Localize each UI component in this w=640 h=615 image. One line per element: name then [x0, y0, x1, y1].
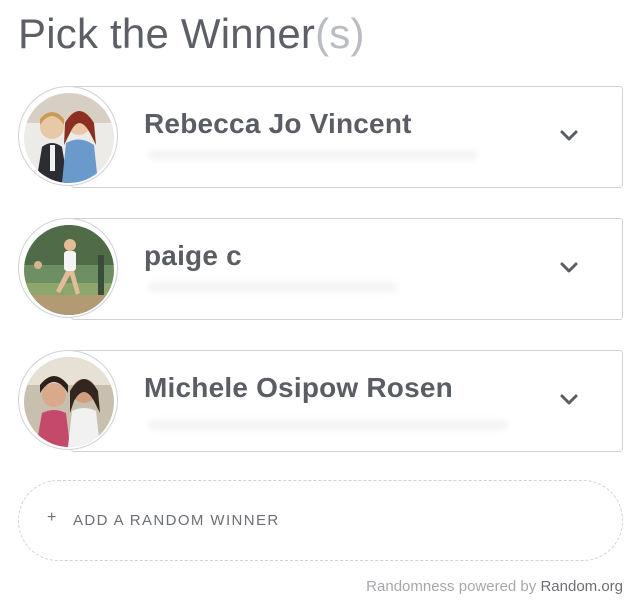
- page-title-text: Pick the Winner: [18, 10, 316, 57]
- add-random-winner-button[interactable]: + ADD A RANDOM WINNER: [18, 480, 623, 561]
- page-title: Pick the Winner(s): [18, 10, 365, 58]
- winner-name: Michele Osipow Rosen: [144, 372, 453, 403]
- blurred-detail: [148, 420, 508, 430]
- avatar-ring: [18, 350, 118, 450]
- chevron-down-icon[interactable]: [559, 129, 579, 143]
- winner-card[interactable]: paige c: [18, 218, 623, 320]
- randomness-credit: Randomness powered by Random.org: [366, 578, 623, 595]
- page-title-suffix: (s): [315, 10, 365, 57]
- avatar-ring: [18, 218, 118, 318]
- avatar: [24, 93, 114, 183]
- blurred-detail: [148, 150, 478, 160]
- winner-card[interactable]: Rebecca Jo Vincent: [18, 86, 623, 188]
- winner-card[interactable]: Michele Osipow Rosen: [18, 350, 623, 452]
- powered-prefix: Randomness powered by: [366, 578, 537, 595]
- winner-name: paige c: [144, 240, 242, 271]
- avatar-ring: [18, 86, 118, 186]
- chevron-down-icon[interactable]: [559, 261, 579, 275]
- random-org-link[interactable]: Random.org: [540, 578, 623, 595]
- avatar: [24, 225, 114, 315]
- blurred-detail: [148, 282, 398, 292]
- chevron-down-icon[interactable]: [559, 393, 579, 407]
- winner-name: Rebecca Jo Vincent: [144, 108, 412, 139]
- avatar: [24, 357, 114, 447]
- add-random-winner-label: ADD A RANDOM WINNER: [73, 512, 280, 529]
- plus-icon: +: [47, 509, 57, 526]
